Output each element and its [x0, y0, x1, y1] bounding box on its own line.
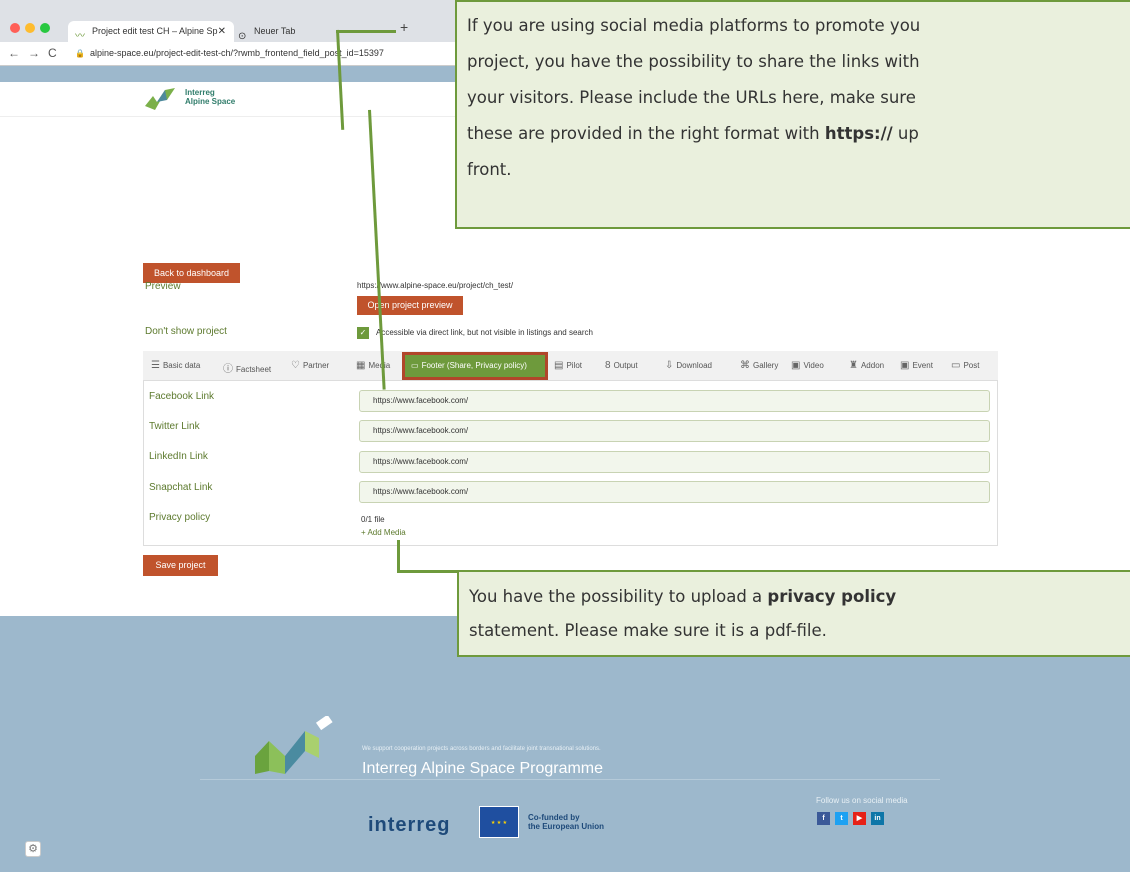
- media-icon: ▦: [356, 360, 366, 371]
- callout-top-line: these are provided in the right format w…: [467, 124, 919, 143]
- footer-tagline: We support cooperation projects across b…: [362, 746, 601, 752]
- tab-title: Project edit test CH – Alpine Sp: [92, 26, 218, 36]
- open-project-preview-button[interactable]: Open project preview: [357, 296, 463, 315]
- facebook-link-input[interactable]: https://www.facebook.com/: [359, 390, 990, 412]
- tab-output[interactable]: 8 Output: [605, 360, 638, 371]
- cofunded-line1: Co-funded by: [528, 813, 580, 822]
- back-arrow-icon[interactable]: ←: [8, 46, 20, 60]
- preview-label: Preview: [145, 281, 181, 292]
- settings-gear-icon[interactable]: ⚙: [25, 841, 41, 857]
- cofunded-line2: the European Union: [528, 822, 604, 831]
- tab-video[interactable]: ▣ Video: [791, 360, 824, 371]
- gallery-icon: ⌘: [740, 360, 750, 371]
- twitter-link-label: Twitter Link: [149, 421, 200, 432]
- list-icon: ☰: [151, 360, 160, 371]
- alpine-space-logo-icon: [255, 716, 333, 774]
- window-minimize-button[interactable]: [25, 23, 35, 33]
- facebook-icon[interactable]: f: [817, 812, 830, 825]
- logo-line1: Interreg: [185, 88, 215, 97]
- add-media-link[interactable]: + Add Media: [361, 528, 406, 537]
- tab-download[interactable]: ⇩ Download: [665, 360, 712, 371]
- tab-basic-data[interactable]: ☰ Basic data: [151, 360, 200, 371]
- callout-connector-bot-v: [397, 540, 400, 572]
- footer-divider: [200, 779, 940, 780]
- forward-arrow-icon[interactable]: →: [28, 46, 40, 60]
- back-to-dashboard-button[interactable]: Back to dashboard: [143, 263, 240, 283]
- interreg-favicon-icon: 〰: [75, 31, 85, 42]
- tab-media[interactable]: ▦ Media: [356, 360, 390, 371]
- callout-connector-line: [368, 109, 386, 390]
- callout-top-line: If you are using social media platforms …: [467, 16, 921, 35]
- video-icon: ▣: [791, 360, 801, 371]
- info-icon: ⓘ: [223, 364, 233, 375]
- tab-partner[interactable]: ♡ Partner: [291, 360, 329, 371]
- dont-show-description: Accessible via direct link, but not visi…: [376, 328, 593, 337]
- privacy-policy-callout: You have the possibility to upload a pri…: [457, 570, 1130, 657]
- logo-line2: Alpine Space: [185, 97, 236, 106]
- interreg-wordmark: interreg: [368, 814, 451, 836]
- tab-event[interactable]: ▣ Event: [900, 360, 933, 371]
- snapchat-link-input[interactable]: https://www.facebook.com/: [359, 481, 990, 503]
- chrome-icon: ⊙: [238, 31, 247, 42]
- dont-show-label: Don't show project: [145, 326, 227, 337]
- follow-us-text: Follow us on social media: [816, 796, 908, 805]
- save-project-button[interactable]: Save project: [143, 555, 218, 576]
- pilot-icon: ▤: [554, 360, 564, 371]
- addon-icon: ♜: [849, 360, 858, 371]
- eu-flag-icon: ★ ★ ★: [479, 806, 519, 838]
- window-maximize-button[interactable]: [40, 23, 50, 33]
- callout-connector-bot-h: [397, 570, 457, 573]
- footer-icon: ▭: [411, 361, 419, 370]
- dont-show-checkbox[interactable]: ✓: [357, 327, 369, 339]
- tab-pilot[interactable]: ▤ Pilot: [554, 360, 582, 371]
- site-logo[interactable]: Interreg Alpine Space: [145, 84, 285, 116]
- handshake-icon: ♡: [291, 360, 300, 371]
- tab-close-icon[interactable]: ✕: [218, 21, 226, 42]
- callout-bot-line: You have the possibility to upload a pri…: [469, 587, 897, 606]
- twitter-link-input[interactable]: https://www.facebook.com/: [359, 420, 990, 442]
- tab-footer-active[interactable]: ▭ Footer (Share, Privacy policy): [402, 352, 548, 380]
- callout-top-line: project, you have the possibility to sha…: [467, 52, 920, 71]
- lock-icon: 🔒: [75, 49, 85, 58]
- tab-post[interactable]: ▭ Post: [951, 360, 979, 371]
- linkedin-link-label: LinkedIn Link: [149, 451, 208, 462]
- tab-factsheet[interactable]: ⓘ Factsheet: [223, 360, 271, 375]
- tab-gallery[interactable]: ⌘ Gallery: [740, 360, 778, 371]
- new-tab-button[interactable]: +: [400, 19, 408, 35]
- youtube-icon[interactable]: ▶: [853, 812, 866, 825]
- edit-tab-strip: ☰ Basic data ⓘ Factsheet ♡ Partner ▦ Media ▤…: [143, 351, 998, 381]
- privacy-policy-label: Privacy policy: [149, 512, 211, 523]
- footer-title: Interreg Alpine Space Programme: [362, 760, 604, 777]
- tab-title: Neuer Tab: [254, 26, 296, 36]
- linkedin-link-input[interactable]: https://www.facebook.com/: [359, 451, 990, 473]
- social-links-callout: If you are using social media platforms …: [455, 0, 1130, 229]
- interreg-logo-icon: [145, 88, 175, 110]
- window-close-button[interactable]: [10, 23, 20, 33]
- tab-addon[interactable]: ♜ Addon: [849, 360, 884, 371]
- twitter-icon[interactable]: t: [835, 812, 848, 825]
- callout-top-line: your visitors. Please include the URLs h…: [467, 88, 916, 107]
- download-icon: ⇩: [665, 360, 674, 371]
- reload-icon[interactable]: C: [48, 46, 57, 60]
- post-icon: ▭: [951, 360, 961, 371]
- snapchat-link-label: Snapchat Link: [149, 482, 213, 493]
- facebook-link-label: Facebook Link: [149, 391, 215, 402]
- browser-tab-active[interactable]: 〰 Project edit test CH – Alpine Sp ✕: [68, 21, 234, 42]
- calendar-icon: ▣: [900, 360, 910, 371]
- output-icon: 8: [605, 360, 611, 371]
- callout-connector-top-h: [336, 30, 396, 33]
- callout-top-line: front.: [467, 160, 512, 179]
- privacy-file-count: 0/1 file: [361, 515, 385, 524]
- linkedin-icon[interactable]: in: [871, 812, 884, 825]
- callout-bot-line: statement. Please make sure it is a pdf-…: [469, 621, 827, 640]
